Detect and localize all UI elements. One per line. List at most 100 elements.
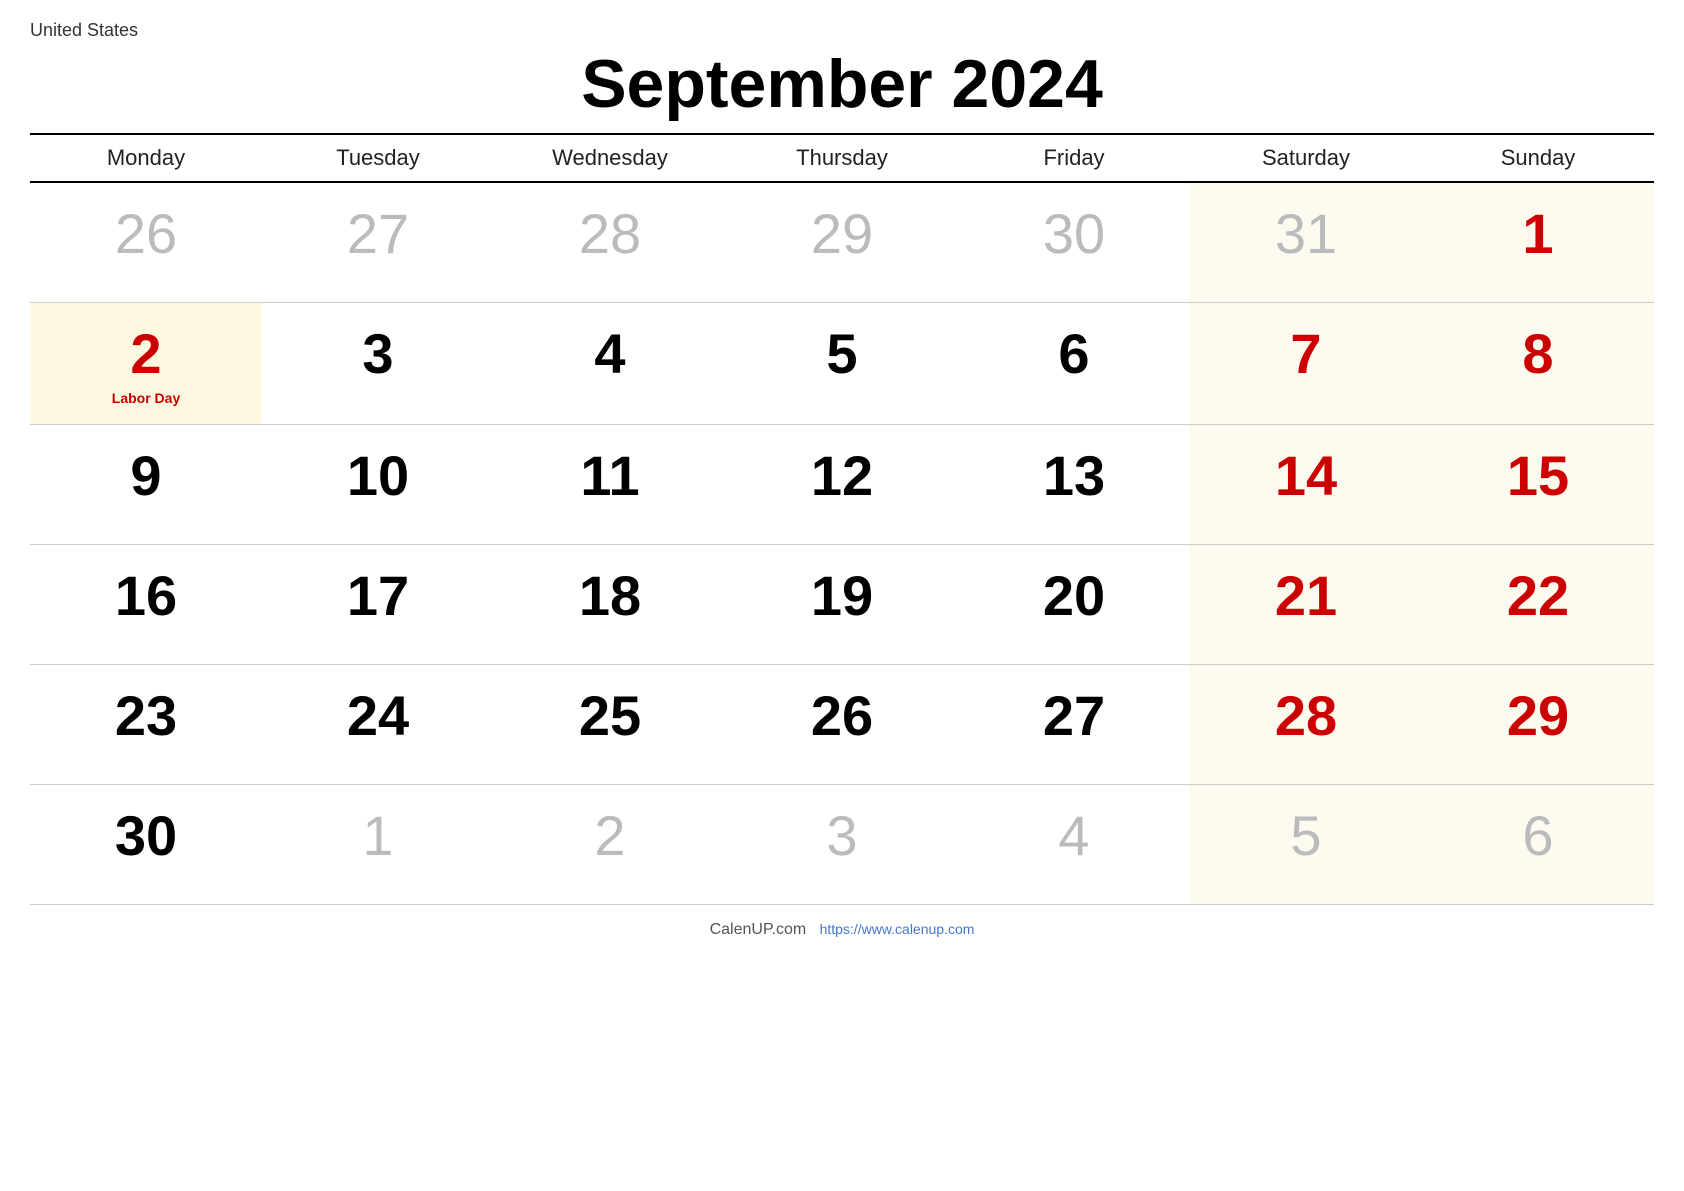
calendar-week-row: 2Labor Day 3 4 5 6 7 8 [30,302,1654,424]
calendar-day-cell: 6 [958,302,1190,424]
weekday-header-monday: Monday [30,134,262,182]
calendar-day-cell: 20 [958,544,1190,664]
calendar-day-cell: 5 [1190,784,1422,904]
day-number: 25 [579,684,641,747]
day-number: 2 [594,804,625,867]
day-number: 15 [1507,444,1569,507]
day-number: 26 [115,202,177,265]
weekday-header-friday: Friday [958,134,1190,182]
day-number: 10 [347,444,409,507]
weekday-header-saturday: Saturday [1190,134,1422,182]
day-number: 23 [115,684,177,747]
calendar-day-cell: 17 [262,544,494,664]
calendar-day-cell: 31 [1190,182,1422,302]
calendar-day-cell: 26 [30,182,262,302]
day-number: 26 [811,684,873,747]
day-number: 30 [1043,202,1105,265]
day-number: 21 [1275,564,1337,627]
weekday-header-sunday: Sunday [1422,134,1654,182]
calendar-day-cell: 12 [726,424,958,544]
calendar-day-cell: 24 [262,664,494,784]
calendar-day-cell: 28 [1190,664,1422,784]
calendar-week-row: 30 1 2 3 4 5 6 [30,784,1654,904]
calendar-day-cell: 9 [30,424,262,544]
day-number: 28 [1275,684,1337,747]
day-number: 8 [1522,322,1553,385]
calendar-day-cell: 4 [958,784,1190,904]
calendar-day-cell: 4 [494,302,726,424]
day-number: 7 [1290,322,1321,385]
day-number: 3 [826,804,857,867]
day-number: 1 [362,804,393,867]
footer: CalenUP.com https://www.calenup.com [30,921,1654,939]
day-number: 18 [579,564,641,627]
calendar-day-cell: 18 [494,544,726,664]
calendar-day-cell: 15 [1422,424,1654,544]
calendar-week-row: 9 10 11 12 13 14 15 [30,424,1654,544]
calendar-day-cell: 3 [262,302,494,424]
day-number: 24 [347,684,409,747]
weekday-header-tuesday: Tuesday [262,134,494,182]
day-number: 9 [130,444,161,507]
calendar-day-cell: 13 [958,424,1190,544]
day-number: 6 [1058,322,1089,385]
calendar-day-cell: 23 [30,664,262,784]
day-number: 30 [115,804,177,867]
day-number: 22 [1507,564,1569,627]
calendar-day-cell: 11 [494,424,726,544]
day-number: 16 [115,564,177,627]
day-number: 12 [811,444,873,507]
calendar-day-cell: 10 [262,424,494,544]
day-number: 29 [1507,684,1569,747]
calendar-day-cell: 22 [1422,544,1654,664]
calendar-day-cell: 29 [1422,664,1654,784]
footer-url[interactable]: https://www.calenup.com [820,921,975,937]
calendar-table: MondayTuesdayWednesdayThursdayFridaySatu… [30,133,1654,905]
day-number: 2 [130,322,161,385]
calendar-day-cell: 28 [494,182,726,302]
calendar-day-cell: 1 [1422,182,1654,302]
day-number: 29 [811,202,873,265]
calendar-day-cell: 7 [1190,302,1422,424]
day-number: 3 [362,322,393,385]
calendar-week-row: 26 27 28 29 30 31 1 [30,182,1654,302]
day-number: 6 [1522,804,1553,867]
day-number: 13 [1043,444,1105,507]
weekday-header-thursday: Thursday [726,134,958,182]
day-number: 11 [580,444,639,507]
calendar-day-cell: 8 [1422,302,1654,424]
calendar-day-cell: 2Labor Day [30,302,262,424]
calendar-day-cell: 25 [494,664,726,784]
calendar-day-cell: 19 [726,544,958,664]
weekday-header-row: MondayTuesdayWednesdayThursdayFridaySatu… [30,134,1654,182]
day-number: 4 [594,322,625,385]
calendar-day-cell: 29 [726,182,958,302]
day-number: 31 [1275,202,1337,265]
calendar-day-cell: 16 [30,544,262,664]
calendar-day-cell: 6 [1422,784,1654,904]
calendar-day-cell: 21 [1190,544,1422,664]
calendar-day-cell: 14 [1190,424,1422,544]
day-number: 4 [1058,804,1089,867]
day-number: 27 [1043,684,1105,747]
day-number: 27 [347,202,409,265]
day-number: 28 [579,202,641,265]
calendar-week-row: 23 24 25 26 27 28 29 [30,664,1654,784]
calendar-day-cell: 5 [726,302,958,424]
country-label: United States [30,20,1654,41]
day-number: 5 [1290,804,1321,867]
day-number: 19 [811,564,873,627]
calendar-day-cell: 26 [726,664,958,784]
calendar-week-row: 16 17 18 19 20 21 22 [30,544,1654,664]
day-number: 5 [826,322,857,385]
calendar-day-cell: 30 [30,784,262,904]
calendar-day-cell: 30 [958,182,1190,302]
calendar-day-cell: 3 [726,784,958,904]
month-title: September 2024 [30,45,1654,123]
day-number: 17 [347,564,409,627]
day-number: 14 [1275,444,1337,507]
day-number: 20 [1043,564,1105,627]
calendar-day-cell: 27 [958,664,1190,784]
calendar-day-cell: 27 [262,182,494,302]
day-number: 1 [1522,202,1553,265]
